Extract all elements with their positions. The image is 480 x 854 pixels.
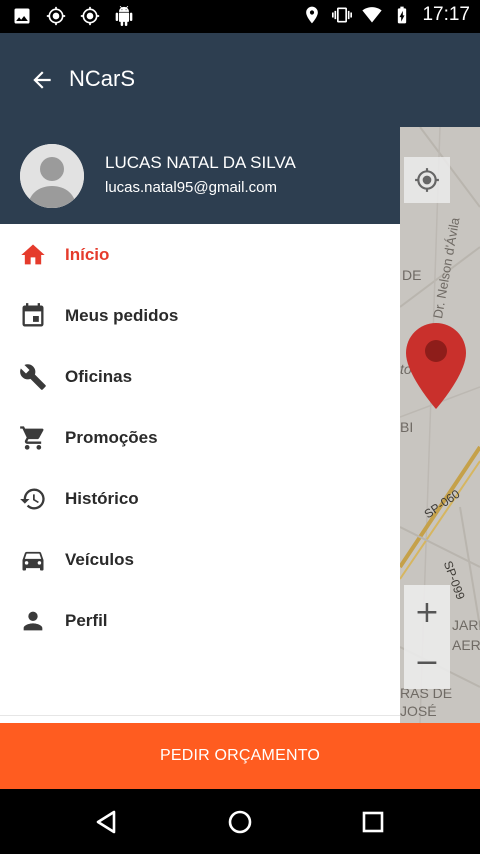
- menu-item-inicio[interactable]: Início: [0, 224, 400, 285]
- arrow-back-icon[interactable]: [28, 66, 56, 94]
- pedir-orcamento-button[interactable]: PEDIR ORÇAMENTO: [0, 723, 480, 789]
- vibrate-icon: [332, 5, 353, 25]
- drawer-header: LUCAS NATAL DA SILVA lucas.natal95@gmail…: [0, 127, 400, 224]
- app-bar: NCarS: [0, 33, 480, 127]
- android-icon: [114, 6, 134, 26]
- system-nav-bar: [0, 789, 480, 854]
- my-location-button[interactable]: [404, 157, 450, 203]
- drawer-divider: [0, 715, 400, 716]
- map-label: JARD: [452, 617, 480, 633]
- home-nav-icon[interactable]: [223, 805, 257, 839]
- menu-item-label: Promoções: [65, 427, 158, 447]
- avatar[interactable]: [20, 144, 84, 208]
- person-icon: [19, 607, 47, 635]
- battery-charging-icon: [392, 5, 412, 25]
- history-icon: [19, 485, 47, 513]
- map-view[interactable]: DE Dr. Nelson d'Ávila to BI SP-060 SP-09…: [400, 127, 480, 723]
- my-location-icon: [415, 168, 439, 192]
- location-icon: [302, 5, 322, 25]
- menu-item-veiculos[interactable]: Veículos: [0, 529, 400, 590]
- home-icon: [19, 241, 47, 269]
- calendar-icon: [19, 302, 47, 330]
- car-icon: [19, 546, 47, 574]
- zoom-out-button[interactable]: −: [404, 637, 450, 687]
- menu-item-label: Oficinas: [65, 366, 133, 386]
- menu-item-historico[interactable]: Histórico: [0, 468, 400, 529]
- map-label: BI: [400, 419, 414, 435]
- menu-item-label: Perfil: [65, 610, 108, 630]
- menu-item-label: Histórico: [65, 488, 139, 508]
- status-bar: 17:17: [0, 0, 480, 33]
- map-label: JOSÉ: [400, 703, 437, 719]
- menu-item-oficinas[interactable]: Oficinas: [0, 346, 400, 407]
- status-time: 17:17: [422, 4, 470, 25]
- menu-item-promocoes[interactable]: Promoções: [0, 407, 400, 468]
- zoom-controls: + −: [404, 585, 450, 689]
- map-label: AEROP: [452, 637, 480, 653]
- image-icon: [12, 6, 32, 26]
- app-title: NCarS: [69, 66, 136, 91]
- menu-item-label: Veículos: [65, 549, 134, 569]
- avatar-placeholder-icon: [20, 144, 84, 208]
- map-label: DE: [402, 267, 422, 283]
- menu-item-label: Meus pedidos: [65, 305, 179, 325]
- back-nav-icon[interactable]: [90, 805, 124, 839]
- user-email: lucas.natal95@gmail.com: [105, 179, 277, 196]
- map-pin-icon[interactable]: [406, 323, 466, 409]
- menu-item-meus-pedidos[interactable]: Meus pedidos: [0, 285, 400, 346]
- menu-item-label: Início: [65, 244, 110, 264]
- cart-icon: [19, 424, 47, 452]
- wifi-icon: [362, 5, 383, 25]
- drawer-menu: Início Meus pedidos Oficinas Promoções H…: [0, 224, 400, 723]
- recents-nav-icon[interactable]: [356, 805, 390, 839]
- gps-icon: [80, 6, 100, 26]
- menu-item-perfil[interactable]: Perfil: [0, 590, 400, 651]
- gps-icon: [46, 6, 66, 26]
- user-name: LUCAS NATAL DA SILVA: [105, 153, 296, 172]
- zoom-in-button[interactable]: +: [404, 587, 450, 637]
- wrench-icon: [19, 363, 47, 391]
